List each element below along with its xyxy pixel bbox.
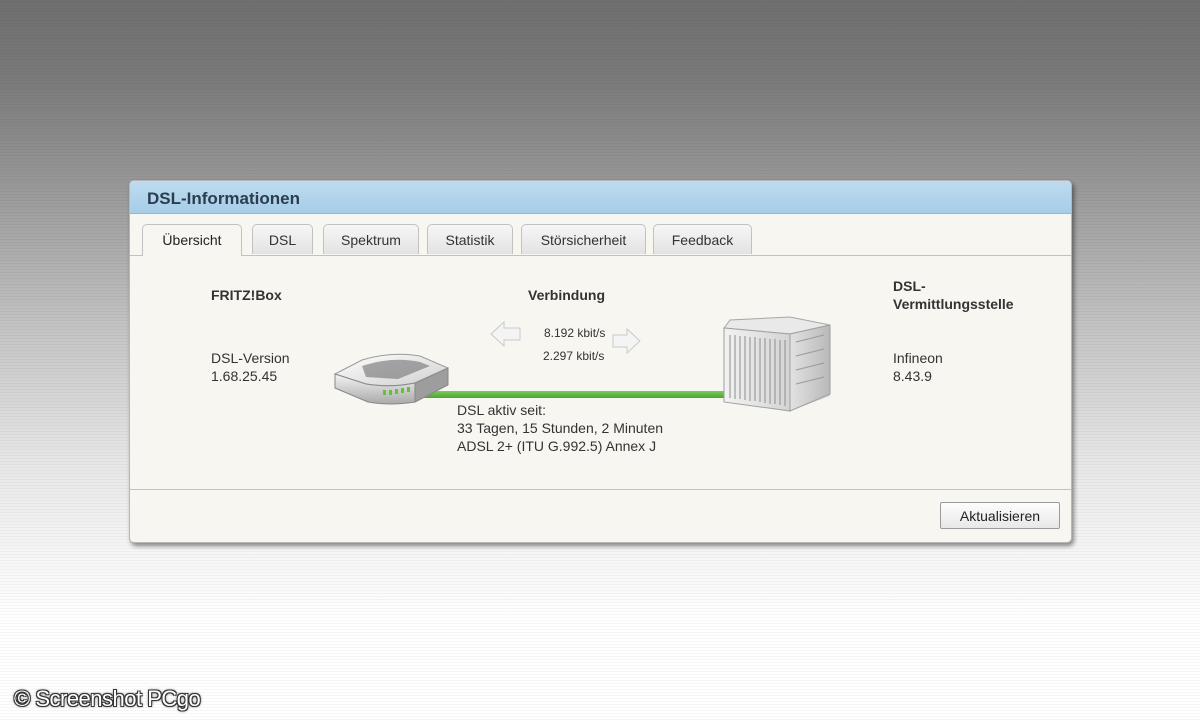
dialog-title: DSL-Informationen — [147, 189, 300, 208]
exchange-rack-icon — [723, 316, 831, 412]
refresh-button[interactable]: Aktualisieren — [940, 502, 1060, 529]
dsl-standard: ADSL 2+ (ITU G.992.5) Annex J — [457, 438, 657, 454]
arrow-right-icon — [612, 327, 641, 355]
tab-feedback[interactable]: Feedback — [653, 224, 752, 254]
dsl-line — [415, 391, 745, 398]
tab-bar: Übersicht DSL Spektrum Statistik Störsic… — [130, 224, 1071, 256]
dsl-information-dialog: DSL-Informationen Übersicht DSL Spektrum… — [129, 180, 1072, 543]
arrow-left-icon — [490, 320, 521, 348]
dsl-active-since-label: DSL aktiv seit: — [457, 402, 546, 418]
tab-dsl[interactable]: DSL — [252, 224, 313, 254]
watermark: © Screenshot PCgo — [14, 686, 201, 711]
overview-panel: FRITZ!Box DSL-Version 1.68.25.45 Verbind… — [130, 256, 1071, 489]
tab-statistik[interactable]: Statistik — [427, 224, 513, 254]
tab-stoersicherheit[interactable]: Störsicherheit — [521, 224, 646, 254]
dialog-header: DSL-Informationen — [130, 181, 1071, 214]
tab-uebersicht[interactable]: Übersicht — [142, 224, 242, 256]
dsl-uptime: 33 Tagen, 15 Stunden, 2 Minuten — [457, 420, 664, 436]
tab-spektrum[interactable]: Spektrum — [323, 224, 419, 254]
footer-divider — [130, 489, 1071, 490]
